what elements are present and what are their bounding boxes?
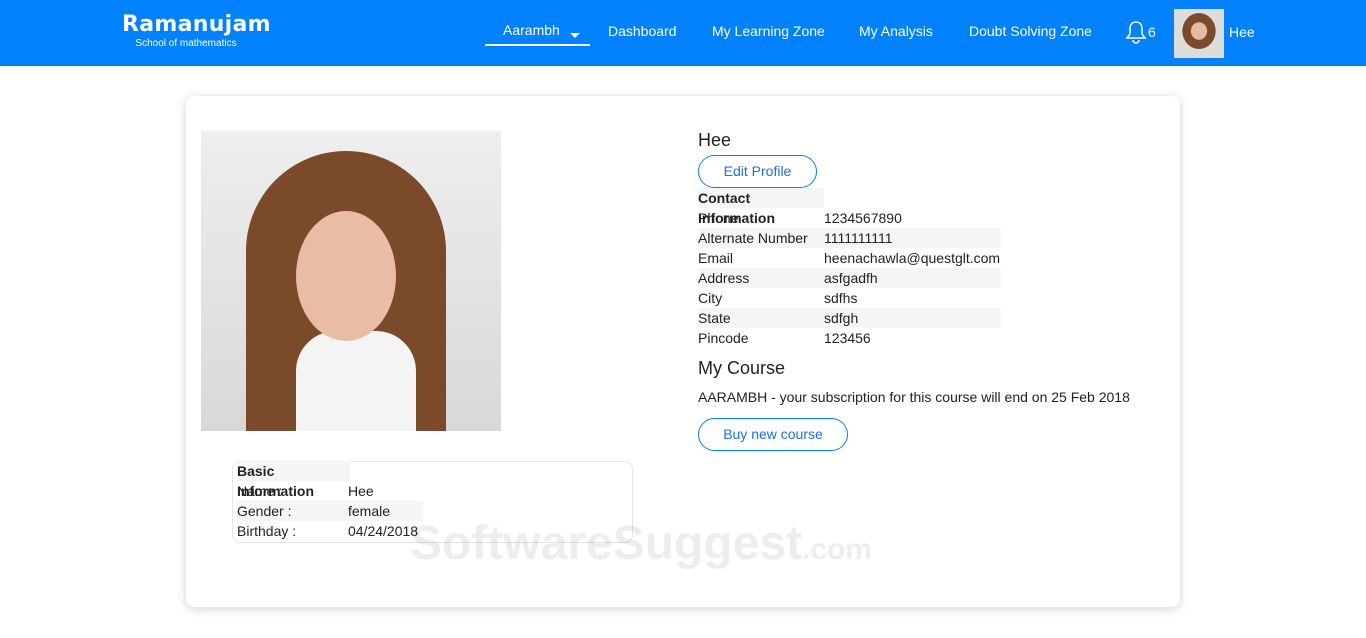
watermark-suffix: .com bbox=[802, 533, 873, 566]
contact-row-pincode: Pincode 123456 bbox=[698, 328, 1001, 348]
value: sdfhs bbox=[824, 290, 858, 306]
logo-title: Ramanujam bbox=[122, 12, 271, 37]
profile-name: Hee bbox=[698, 130, 732, 150]
nav-my-analysis[interactable]: My Analysis bbox=[859, 23, 933, 39]
top-navbar: Ramanujam School of mathematics Aarambh … bbox=[0, 0, 1366, 66]
nav-aarambh-dropdown[interactable]: Aarambh bbox=[485, 22, 590, 46]
value: 1111111111 bbox=[824, 230, 893, 246]
contact-info-title: Contact Information bbox=[698, 188, 824, 226]
label: Gender : bbox=[237, 503, 292, 519]
value: 123456 bbox=[824, 330, 871, 346]
label: Pincode bbox=[698, 330, 749, 346]
label: City bbox=[698, 290, 723, 306]
nav-doubt-solving-zone[interactable]: Doubt Solving Zone bbox=[969, 23, 1092, 39]
label: Address bbox=[698, 270, 750, 286]
user-avatar[interactable] bbox=[1174, 9, 1224, 58]
contact-row-email: Email heenachawla@questglt.com bbox=[698, 248, 1001, 268]
value: female bbox=[348, 503, 391, 519]
notification-count: 6 bbox=[1148, 24, 1156, 40]
label: State bbox=[698, 310, 731, 326]
label: Name : bbox=[237, 483, 283, 499]
course-subscription-text: AARAMBH - your subscription for this cou… bbox=[698, 389, 1130, 405]
basic-row-name: Name : Hee bbox=[237, 481, 423, 501]
nav-dashboard[interactable]: Dashboard bbox=[608, 23, 677, 39]
value: heenachawla@questglt.com bbox=[824, 250, 1001, 266]
contact-row-state: State sdfgh bbox=[698, 308, 1001, 328]
logo-subtitle: School of mathematics bbox=[135, 38, 237, 49]
value: sdfgh bbox=[824, 310, 859, 326]
contact-row-phone: Phone 1234567890 bbox=[698, 208, 1001, 228]
nav-my-learning-zone[interactable]: My Learning Zone bbox=[712, 23, 825, 39]
value: 1234567890 bbox=[824, 210, 902, 226]
label: Email bbox=[698, 250, 734, 266]
label: Alternate Number bbox=[698, 230, 808, 246]
watermark-main: SoftwareSuggest bbox=[410, 517, 803, 570]
buy-new-course-button[interactable]: Buy new course bbox=[698, 418, 848, 451]
watermark: SoftwareSuggest.com bbox=[410, 516, 872, 571]
profile-photo bbox=[201, 131, 501, 431]
user-name[interactable]: Hee bbox=[1229, 24, 1255, 40]
bell-icon[interactable] bbox=[1125, 20, 1147, 44]
nav-label: Aarambh bbox=[503, 22, 560, 38]
basic-row-birthday: Birthday : 04/24/2018 bbox=[237, 521, 423, 541]
contact-row-alternate-number: Alternate Number 1111111111 bbox=[698, 228, 1001, 248]
basic-row-gender: Gender : female bbox=[237, 501, 423, 521]
value: Hee bbox=[348, 483, 374, 499]
logo[interactable]: Ramanujam School of mathematics bbox=[122, 12, 271, 49]
edit-profile-button[interactable]: Edit Profile bbox=[698, 155, 817, 188]
basic-info-title: Basic Information bbox=[237, 461, 350, 499]
caret-down-icon bbox=[569, 33, 580, 38]
value: asfgadfh bbox=[824, 270, 878, 286]
value: 04/24/2018 bbox=[348, 523, 419, 539]
label: Birthday : bbox=[237, 523, 297, 539]
contact-row-address: Address asfgadfh bbox=[698, 268, 1001, 288]
label: Phone bbox=[698, 210, 739, 226]
contact-row-city: City sdfhs bbox=[698, 288, 1001, 308]
my-course-title: My Course bbox=[698, 358, 786, 378]
